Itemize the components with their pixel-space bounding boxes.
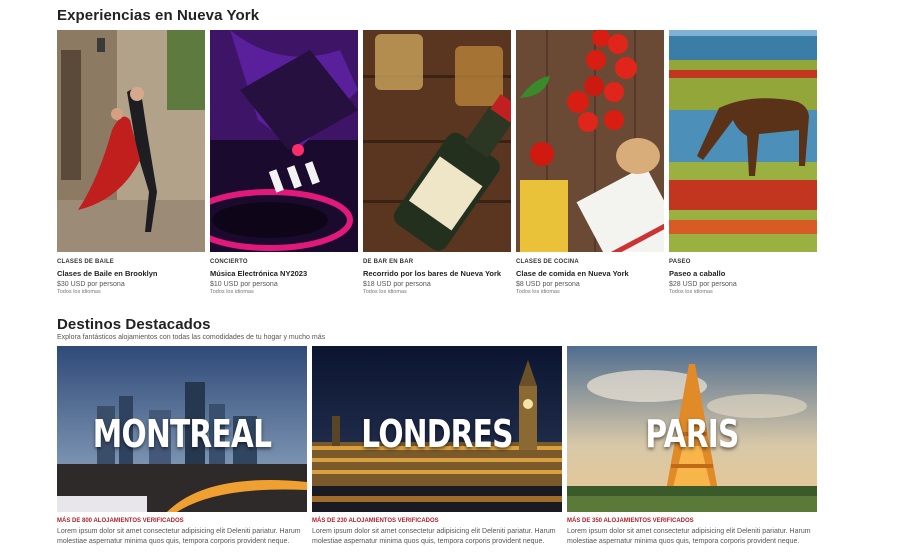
horse-meadow-image[interactable] — [669, 30, 817, 252]
experience-category: CONCIERTO — [210, 259, 248, 265]
experience-languages: Todos los idiomas — [516, 289, 560, 295]
tomatoes-pasta-image[interactable] — [516, 30, 664, 252]
experience-card-cooking[interactable]: CLASES DE COCINA Clase de comida en Nuev… — [516, 30, 664, 295]
paris-eiffel-image[interactable]: PARIS — [567, 346, 817, 512]
whisky-bottle-image[interactable] — [363, 30, 511, 252]
tango-dancers-image[interactable] — [57, 30, 205, 252]
experience-languages: Todos los idiomas — [210, 289, 254, 295]
destination-count: MÁS DE 230 ALOJAMIENTOS VERIFICADOS — [312, 518, 439, 524]
experience-price: $18 USD por persona — [363, 281, 431, 288]
experience-card-concert[interactable]: CONCIERTO Música Electrónica NY2023 $10 … — [210, 30, 358, 295]
experience-price: $28 USD por persona — [669, 281, 737, 288]
experience-category: DE BAR EN BAR — [363, 259, 414, 265]
experience-name[interactable]: Clase de comida en Nueva York — [516, 269, 664, 278]
experience-name[interactable]: Música Electrónica NY2023 — [210, 269, 358, 278]
destination-count: MÁS DE 350 ALOJAMIENTOS VERIFICADOS — [567, 518, 694, 524]
experience-category: CLASES DE COCINA — [516, 259, 579, 265]
destination-description: Lorem ipsum dolor sit amet consectetur a… — [312, 528, 556, 545]
montreal-skyline-image[interactable]: MONTREAL — [57, 346, 307, 512]
destination-description: Lorem ipsum dolor sit amet consectetur a… — [57, 528, 301, 545]
dj-turntable-image[interactable] — [210, 30, 358, 252]
experience-card-bar[interactable]: DE BAR EN BAR Recorrido por los bares de… — [363, 30, 511, 295]
destination-label: MONTREAL — [92, 412, 272, 456]
experience-price: $30 USD por persona — [57, 281, 125, 288]
destinations-subtitle: Explora fantásticos alojamientos con tod… — [57, 334, 326, 341]
experience-languages: Todos los idiomas — [669, 289, 713, 295]
destinations-title: Destinos Destacados — [57, 316, 211, 333]
experience-languages: Todos los idiomas — [363, 289, 407, 295]
destination-description: Lorem ipsum dolor sit amet consectetur a… — [567, 528, 811, 545]
destination-label: LONDRES — [361, 412, 513, 456]
destination-card-paris[interactable]: PARIS MÁS DE 350 ALOJAMIENTOS VERIFICADO… — [567, 346, 817, 547]
experience-category: CLASES DE BAILE — [57, 259, 115, 265]
destination-card-montreal[interactable]: MONTREAL MÁS DE 800 ALOJAMIENTOS VERIFIC… — [57, 346, 307, 547]
experience-category: PASEO — [669, 259, 691, 265]
experience-name[interactable]: Recorrido por los bares de Nueva York — [363, 269, 511, 278]
destination-label: PARIS — [645, 412, 739, 456]
destination-card-londres[interactable]: LONDRES MÁS DE 230 ALOJAMIENTOS VERIFICA… — [312, 346, 562, 547]
london-parliament-image[interactable]: LONDRES — [312, 346, 562, 512]
experience-languages: Todos los idiomas — [57, 289, 101, 295]
destination-count: MÁS DE 800 ALOJAMIENTOS VERIFICADOS — [57, 518, 184, 524]
experience-name[interactable]: Paseo a caballo — [669, 269, 817, 278]
experiences-title: Experiencias en Nueva York — [57, 7, 260, 24]
experience-card-dance[interactable]: CLASES DE BAILE Clases de Baile en Brook… — [57, 30, 205, 295]
experience-price: $8 USD por persona — [516, 281, 580, 288]
experience-name[interactable]: Clases de Baile en Brooklyn — [57, 269, 205, 278]
experience-price: $10 USD por persona — [210, 281, 278, 288]
experience-card-ride[interactable]: PASEO Paseo a caballo $28 USD por person… — [669, 30, 817, 295]
